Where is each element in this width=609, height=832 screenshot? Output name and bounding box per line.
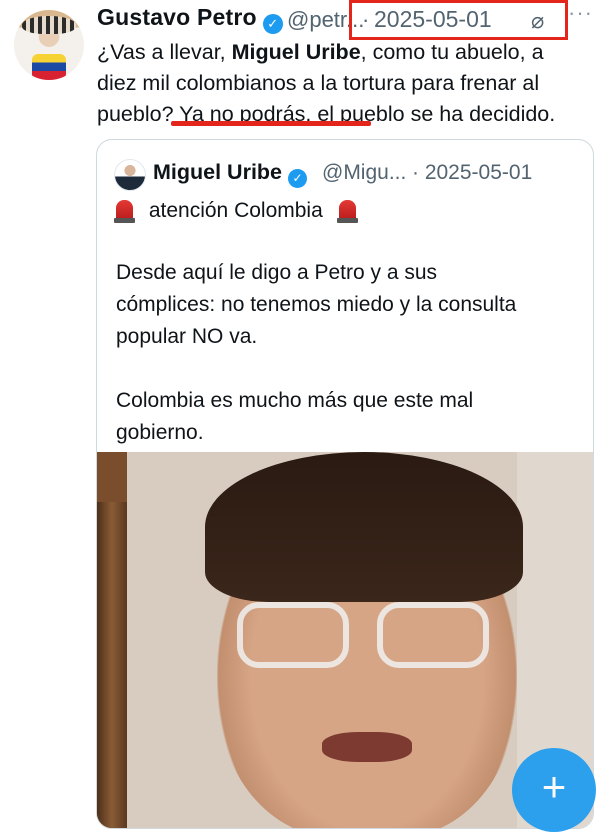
author-name-text: Gustavo Petro	[97, 4, 257, 30]
date-highlight-box	[349, 0, 568, 40]
quoted-body-line-5: gobierno.	[116, 421, 204, 444]
avatar-hat	[22, 16, 76, 34]
quoted-headline-text: atención Colombia	[148, 199, 323, 222]
compose-fab-button[interactable]: +	[512, 748, 596, 832]
avatar-scarf	[32, 54, 66, 80]
tweet-line-2: diez mil colombianos a la tortura para f…	[97, 71, 540, 95]
text-underline-annotation	[171, 121, 371, 126]
quoted-body: Desde aquí le digo a Petro y a sus cómpl…	[116, 257, 586, 449]
quoted-author-avatar[interactable]	[114, 159, 146, 191]
quoted-author-handle[interactable]: @Migu...	[322, 161, 406, 185]
siren-icon	[114, 200, 135, 223]
quoted-headline: atención Colombia	[114, 199, 358, 223]
person-glasses	[237, 602, 497, 672]
person-hair	[205, 452, 523, 602]
quoted-tweet-date[interactable]: · 2025-05-01	[412, 161, 532, 185]
tweet-line-1: ¿Vas a llevar, Miguel Uribe, como tu abu…	[97, 37, 607, 68]
mention-miguel-uribe: Miguel Uribe	[231, 40, 361, 64]
picture-frame	[97, 502, 127, 828]
quoted-tweet-card[interactable]: Miguel Uribe ✓ @Migu... · 2025-05-01 aten…	[96, 139, 594, 829]
quoted-author-name[interactable]: Miguel Uribe ✓	[153, 160, 308, 188]
quoted-body-line-2: cómplices: no tenemos miedo y la consult…	[116, 293, 517, 316]
person-mouth	[322, 732, 412, 762]
more-options-icon[interactable]: ···	[568, 0, 593, 26]
glasses-lens-right	[377, 602, 489, 668]
quoted-body-line-3: popular NO va.	[116, 325, 258, 348]
tweet-line-1-c: , como tu abuelo, a	[360, 40, 544, 64]
author-avatar[interactable]	[14, 10, 84, 80]
tweet-text: ¿Vas a llevar, Miguel Uribe, como tu abu…	[97, 37, 607, 130]
siren-icon	[336, 200, 358, 223]
glasses-lens-left	[237, 602, 349, 668]
tweet-line-1-a: ¿Vas a llevar,	[97, 40, 232, 64]
quoted-body-line-4: Colombia es mucho más que este mal	[116, 389, 474, 412]
author-name[interactable]: Gustavo Petro ✓	[97, 4, 283, 34]
quoted-author-name-text: Miguel Uribe	[153, 160, 283, 184]
quoted-verified-badge-icon: ✓	[288, 169, 308, 188]
quoted-body-line-1: Desde aquí le digo a Petro y a sus	[116, 261, 438, 284]
verified-badge-icon: ✓	[262, 14, 283, 34]
